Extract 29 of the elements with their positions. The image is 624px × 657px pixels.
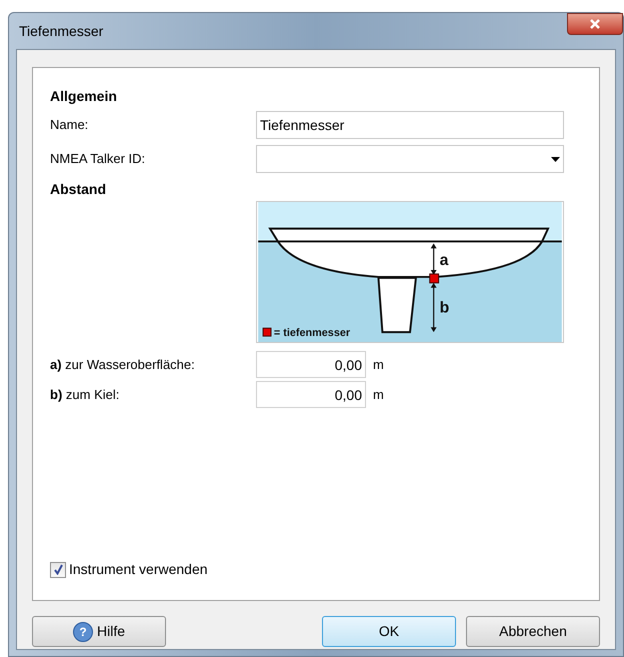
distance-field[interactable]: 0,00 [256,351,366,378]
field-label: a) zur Wasseroberfläche: [50,356,196,374]
label-b: b [440,299,450,316]
window-title: Tiefenmesser [19,22,104,40]
close-button[interactable] [567,13,623,35]
unit-label: m [373,386,384,404]
section-heading: Abstand [50,180,107,199]
legend-text: = tiefenmesser [274,327,350,340]
checkbox[interactable] [50,562,66,578]
help-button[interactable]: ? Hilfe [32,616,166,647]
field-label: Name: [50,116,90,134]
help-icon: ? [72,622,93,642]
boat-keel [377,276,418,334]
dialog-button[interactable]: OK [322,616,456,647]
section-heading: Allgemein [50,87,118,106]
field-label: NMEA Talker ID: [50,150,146,168]
checkbox-label: Instrument verwenden [69,560,208,579]
dialog-button[interactable]: Abbrechen [466,616,600,647]
name-field[interactable]: Tiefenmesser [256,111,564,139]
field-label: b) zum Kiel: [50,386,120,404]
unit-label: m [373,356,384,374]
dropdown-caret-icon [551,156,560,162]
distance-field[interactable]: 0,00 [256,381,366,408]
distance-arrow-icon [430,282,437,332]
label-a: a [440,252,448,270]
distance-arrow-icon [430,243,437,275]
legend-marker [262,328,272,337]
sensor-marker [429,273,440,284]
close-icon [589,18,601,30]
